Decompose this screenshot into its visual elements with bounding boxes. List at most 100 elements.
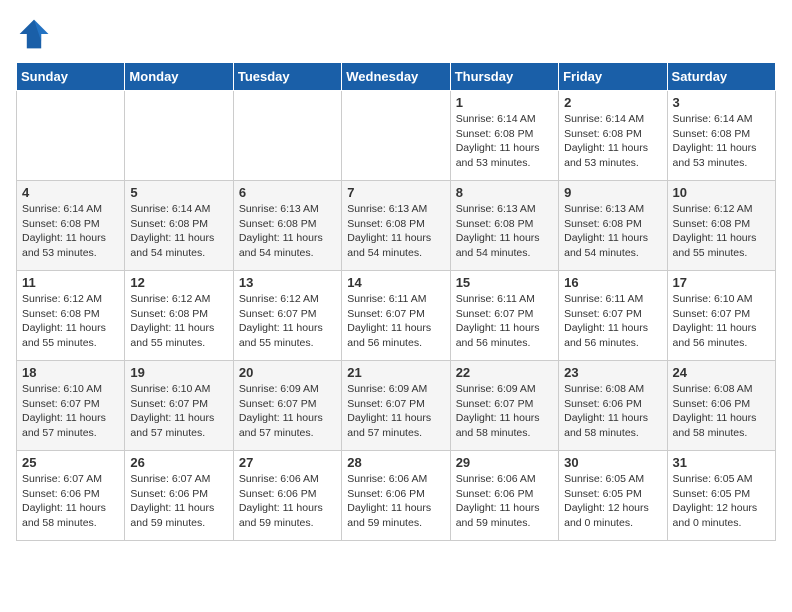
- day-info: Sunrise: 6:12 AM Sunset: 6:08 PM Dayligh…: [22, 292, 119, 351]
- day-info: Sunrise: 6:07 AM Sunset: 6:06 PM Dayligh…: [22, 472, 119, 531]
- day-number: 29: [456, 455, 553, 470]
- day-info: Sunrise: 6:13 AM Sunset: 6:08 PM Dayligh…: [564, 202, 661, 261]
- day-number: 23: [564, 365, 661, 380]
- day-header-monday: Monday: [125, 63, 233, 91]
- day-info: Sunrise: 6:14 AM Sunset: 6:08 PM Dayligh…: [564, 112, 661, 171]
- calendar-cell: 1 Sunrise: 6:14 AM Sunset: 6:08 PM Daylig…: [450, 91, 558, 181]
- day-info: Sunrise: 6:10 AM Sunset: 6:07 PM Dayligh…: [130, 382, 227, 441]
- calendar-week-1: 1 Sunrise: 6:14 AM Sunset: 6:08 PM Daylig…: [17, 91, 776, 181]
- calendar-cell: 8 Sunrise: 6:13 AM Sunset: 6:08 PM Daylig…: [450, 181, 558, 271]
- calendar-week-5: 25 Sunrise: 6:07 AM Sunset: 6:06 PM Dayli…: [17, 451, 776, 541]
- day-number: 10: [673, 185, 770, 200]
- calendar-cell: [125, 91, 233, 181]
- day-info: Sunrise: 6:13 AM Sunset: 6:08 PM Dayligh…: [239, 202, 336, 261]
- day-number: 30: [564, 455, 661, 470]
- day-header-sunday: Sunday: [17, 63, 125, 91]
- day-info: Sunrise: 6:13 AM Sunset: 6:08 PM Dayligh…: [456, 202, 553, 261]
- calendar-cell: 26 Sunrise: 6:07 AM Sunset: 6:06 PM Dayli…: [125, 451, 233, 541]
- day-header-tuesday: Tuesday: [233, 63, 341, 91]
- day-number: 11: [22, 275, 119, 290]
- calendar-cell: 16Sunrise: 6:11 AM Sunset: 6:07 PM Dayli…: [559, 271, 667, 361]
- calendar-cell: 13Sunrise: 6:12 AM Sunset: 6:07 PM Dayli…: [233, 271, 341, 361]
- day-info: Sunrise: 6:06 AM Sunset: 6:06 PM Dayligh…: [347, 472, 444, 531]
- calendar-cell: 24 Sunrise: 6:08 AM Sunset: 6:06 PM Dayli…: [667, 361, 775, 451]
- calendar-cell: 6 Sunrise: 6:13 AM Sunset: 6:08 PM Daylig…: [233, 181, 341, 271]
- calendar-cell: 20Sunrise: 6:09 AM Sunset: 6:07 PM Dayli…: [233, 361, 341, 451]
- calendar-cell: [342, 91, 450, 181]
- calendar-cell: 11 Sunrise: 6:12 AM Sunset: 6:08 PM Dayli…: [17, 271, 125, 361]
- day-number: 31: [673, 455, 770, 470]
- day-number: 1: [456, 95, 553, 110]
- day-number: 19: [130, 365, 227, 380]
- page-header: [16, 16, 776, 52]
- day-info: Sunrise: 6:11 AM Sunset: 6:07 PM Dayligh…: [456, 292, 553, 351]
- calendar-cell: 4 Sunrise: 6:14 AM Sunset: 6:08 PM Daylig…: [17, 181, 125, 271]
- calendar-week-3: 11 Sunrise: 6:12 AM Sunset: 6:08 PM Dayli…: [17, 271, 776, 361]
- logo: [16, 16, 58, 52]
- calendar-cell: 7 Sunrise: 6:13 AM Sunset: 6:08 PM Daylig…: [342, 181, 450, 271]
- calendar-cell: [233, 91, 341, 181]
- day-number: 21: [347, 365, 444, 380]
- day-info: Sunrise: 6:10 AM Sunset: 6:07 PM Dayligh…: [22, 382, 119, 441]
- calendar-cell: 19 Sunrise: 6:10 AM Sunset: 6:07 PM Dayli…: [125, 361, 233, 451]
- logo-icon: [16, 16, 52, 52]
- day-number: 16: [564, 275, 661, 290]
- calendar-cell: 12 Sunrise: 6:12 AM Sunset: 6:08 PM Dayli…: [125, 271, 233, 361]
- day-info: Sunrise: 6:13 AM Sunset: 6:08 PM Dayligh…: [347, 202, 444, 261]
- calendar-cell: 15 Sunrise: 6:11 AM Sunset: 6:07 PM Dayli…: [450, 271, 558, 361]
- calendar-cell: 18Sunrise: 6:10 AM Sunset: 6:07 PM Dayli…: [17, 361, 125, 451]
- calendar-cell: 28 Sunrise: 6:06 AM Sunset: 6:06 PM Dayli…: [342, 451, 450, 541]
- calendar-cell: 2 Sunrise: 6:14 AM Sunset: 6:08 PM Daylig…: [559, 91, 667, 181]
- day-number: 6: [239, 185, 336, 200]
- day-info: Sunrise: 6:08 AM Sunset: 6:06 PM Dayligh…: [564, 382, 661, 441]
- day-info: Sunrise: 6:14 AM Sunset: 6:08 PM Dayligh…: [456, 112, 553, 171]
- day-info: Sunrise: 6:09 AM Sunset: 6:07 PM Dayligh…: [347, 382, 444, 441]
- day-number: 9: [564, 185, 661, 200]
- day-info: Sunrise: 6:07 AM Sunset: 6:06 PM Dayligh…: [130, 472, 227, 531]
- day-info: Sunrise: 6:11 AM Sunset: 6:07 PM Dayligh…: [347, 292, 444, 351]
- day-header-friday: Friday: [559, 63, 667, 91]
- day-number: 28: [347, 455, 444, 470]
- day-number: 13: [239, 275, 336, 290]
- day-number: 8: [456, 185, 553, 200]
- day-header-thursday: Thursday: [450, 63, 558, 91]
- calendar-cell: 9 Sunrise: 6:13 AM Sunset: 6:08 PM Daylig…: [559, 181, 667, 271]
- calendar-cell: 29 Sunrise: 6:06 AM Sunset: 6:06 PM Dayli…: [450, 451, 558, 541]
- calendar-cell: 22Sunrise: 6:09 AM Sunset: 6:07 PM Dayli…: [450, 361, 558, 451]
- day-info: Sunrise: 6:08 AM Sunset: 6:06 PM Dayligh…: [673, 382, 770, 441]
- day-info: Sunrise: 6:10 AM Sunset: 6:07 PM Dayligh…: [673, 292, 770, 351]
- calendar-header-row: SundayMondayTuesdayWednesdayThursdayFrid…: [17, 63, 776, 91]
- day-number: 26: [130, 455, 227, 470]
- day-info: Sunrise: 6:06 AM Sunset: 6:06 PM Dayligh…: [456, 472, 553, 531]
- calendar-week-2: 4 Sunrise: 6:14 AM Sunset: 6:08 PM Daylig…: [17, 181, 776, 271]
- day-info: Sunrise: 6:14 AM Sunset: 6:08 PM Dayligh…: [22, 202, 119, 261]
- day-number: 27: [239, 455, 336, 470]
- day-number: 24: [673, 365, 770, 380]
- day-header-saturday: Saturday: [667, 63, 775, 91]
- day-number: 2: [564, 95, 661, 110]
- day-info: Sunrise: 6:09 AM Sunset: 6:07 PM Dayligh…: [456, 382, 553, 441]
- day-info: Sunrise: 6:06 AM Sunset: 6:06 PM Dayligh…: [239, 472, 336, 531]
- calendar-cell: [17, 91, 125, 181]
- calendar-week-4: 18Sunrise: 6:10 AM Sunset: 6:07 PM Dayli…: [17, 361, 776, 451]
- calendar-cell: 10 Sunrise: 6:12 AM Sunset: 6:08 PM Dayli…: [667, 181, 775, 271]
- day-info: Sunrise: 6:05 AM Sunset: 6:05 PM Dayligh…: [673, 472, 770, 531]
- calendar-cell: 21 Sunrise: 6:09 AM Sunset: 6:07 PM Dayli…: [342, 361, 450, 451]
- calendar-cell: 3Sunrise: 6:14 AM Sunset: 6:08 PM Daylig…: [667, 91, 775, 181]
- day-info: Sunrise: 6:12 AM Sunset: 6:08 PM Dayligh…: [130, 292, 227, 351]
- day-info: Sunrise: 6:12 AM Sunset: 6:08 PM Dayligh…: [673, 202, 770, 261]
- calendar-cell: 27 Sunrise: 6:06 AM Sunset: 6:06 PM Dayli…: [233, 451, 341, 541]
- day-number: 5: [130, 185, 227, 200]
- day-number: 25: [22, 455, 119, 470]
- calendar-cell: 17Sunrise: 6:10 AM Sunset: 6:07 PM Dayli…: [667, 271, 775, 361]
- day-info: Sunrise: 6:05 AM Sunset: 6:05 PM Dayligh…: [564, 472, 661, 531]
- day-number: 4: [22, 185, 119, 200]
- day-number: 12: [130, 275, 227, 290]
- calendar-cell: 30 Sunrise: 6:05 AM Sunset: 6:05 PM Dayli…: [559, 451, 667, 541]
- day-number: 3: [673, 95, 770, 110]
- calendar-table: SundayMondayTuesdayWednesdayThursdayFrid…: [16, 62, 776, 541]
- day-number: 20: [239, 365, 336, 380]
- day-info: Sunrise: 6:14 AM Sunset: 6:08 PM Dayligh…: [130, 202, 227, 261]
- day-number: 7: [347, 185, 444, 200]
- day-number: 15: [456, 275, 553, 290]
